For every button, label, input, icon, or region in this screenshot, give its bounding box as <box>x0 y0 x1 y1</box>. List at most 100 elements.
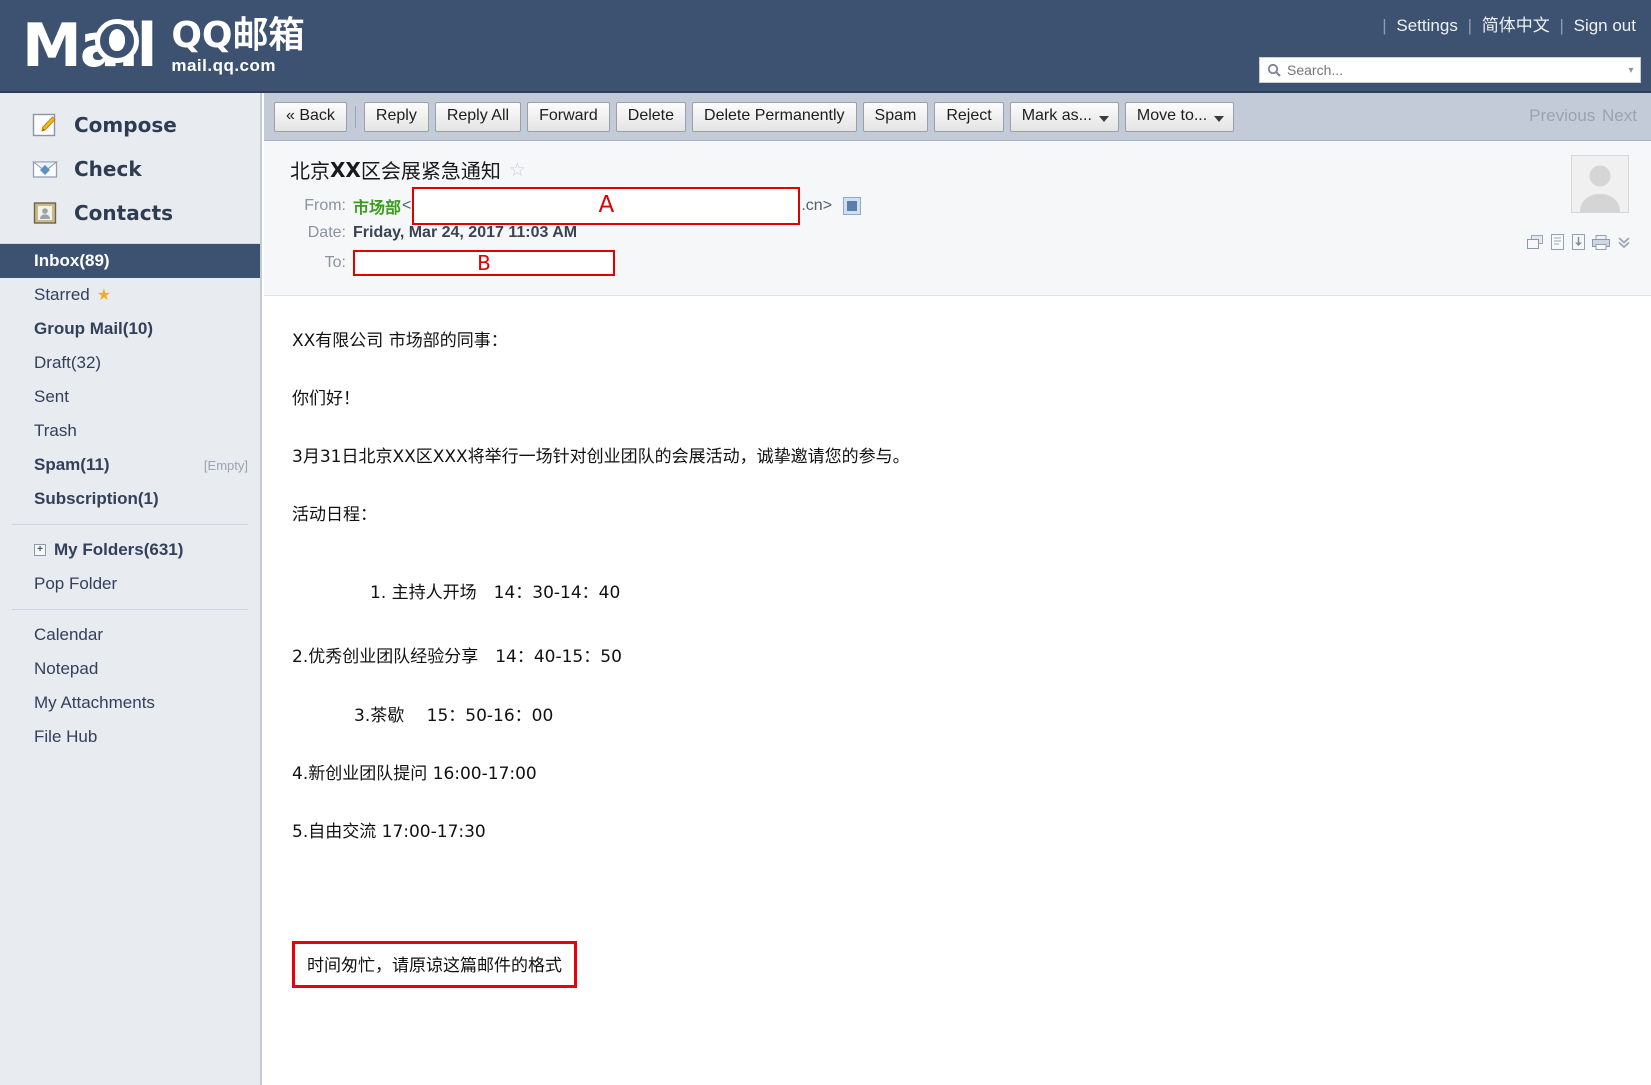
spam-button[interactable]: Spam <box>862 101 929 132</box>
save-to-drive-icon[interactable] <box>1571 234 1586 255</box>
sidebar-item-draft-label: Draft(32) <box>34 353 102 372</box>
redaction-box-a: A <box>412 186 801 225</box>
sidebar-item-calendar[interactable]: Calendar <box>0 618 260 652</box>
subject-part-bold: XX <box>330 157 361 182</box>
date-label: Date: <box>307 223 346 241</box>
sidebar-folder-list: Inbox(89) Starred ★ Group Mail(10) Draft… <box>0 244 260 754</box>
message-from-row: From: 市场部 < A .cn> <box>264 186 1651 225</box>
sidebar-item-compose[interactable]: Compose <box>0 103 260 147</box>
qqmail-logo[interactable]: Mail QQ邮箱 mail.qq.com <box>22 10 305 82</box>
message-header: 北京 XX 区会展紧急通知 ☆ From: 市场部 < A .cn> Date: F… <box>264 141 1651 296</box>
subject-part-1: 北京 <box>290 159 330 183</box>
link-separator-1: | <box>1382 16 1387 35</box>
sidebar-item-inbox[interactable]: Inbox(89) <box>0 244 260 278</box>
logo-chinese-name: QQ邮箱 <box>171 15 305 56</box>
body-agenda-item-4: 4.新创业团队提问 16:00-17:00 <box>292 763 537 784</box>
sidebar-item-file-hub-label: File Hub <box>34 727 98 746</box>
sidebar-item-subscription[interactable]: Subscription(1) <box>0 482 260 516</box>
sidebar-item-draft[interactable]: Draft(32) <box>0 346 260 380</box>
sidebar-item-sent-label: Sent <box>34 387 69 406</box>
move-to-dropdown[interactable]: Move to... <box>1124 101 1235 132</box>
sidebar-item-subscription-label: Subscription(1) <box>34 489 159 508</box>
back-button[interactable]: « Back <box>274 101 347 132</box>
delete-button[interactable]: Delete <box>615 101 687 132</box>
from-domain-suffix: .cn> <box>801 196 833 214</box>
toolbar-divider <box>354 105 356 128</box>
sidebar-item-starred[interactable]: Starred ★ <box>0 278 260 312</box>
sidebar-item-inbox-label: Inbox(89) <box>34 251 110 270</box>
sidebar-item-trash[interactable]: Trash <box>0 414 260 448</box>
notes-icon[interactable] <box>1550 234 1565 255</box>
sidebar: Compose Check Contacts Inbox(89) Starred… <box>0 93 262 1085</box>
sidebar-item-starred-label: Starred <box>34 285 90 304</box>
body-greeting-hello: 你们好！ <box>292 389 360 410</box>
sidebar-divider-2 <box>12 609 248 610</box>
search-box[interactable]: ▾ <box>1259 57 1641 83</box>
delete-permanently-button[interactable]: Delete Permanently <box>692 101 857 132</box>
message-action-icons <box>1527 234 1632 255</box>
sidebar-item-my-folders[interactable]: + My Folders(631) <box>0 533 260 567</box>
sidebar-item-pop-folder[interactable]: Pop Folder <box>0 567 260 601</box>
previous-message-link[interactable]: Previous <box>1529 106 1595 125</box>
body-agenda-item-1: 1. 主持人开场 14：30-14：40 <box>370 583 621 604</box>
print-icon[interactable] <box>1592 234 1610 255</box>
reply-all-button[interactable]: Reply All <box>434 101 522 132</box>
avatar <box>1571 155 1629 213</box>
star-icon: ★ <box>96 287 112 304</box>
search-input[interactable] <box>1281 61 1622 79</box>
sidebar-item-pop-folder-label: Pop Folder <box>34 574 118 593</box>
search-dropdown-caret[interactable]: ▾ <box>1622 65 1640 76</box>
sidebar-item-my-attachments[interactable]: My Attachments <box>0 686 260 720</box>
sidebar-item-check[interactable]: Check <box>0 147 260 191</box>
sidebar-item-group-mail-label: Group Mail(10) <box>34 319 154 338</box>
body-greeting-company: XX有限公司 市场部的同事： <box>292 331 508 351</box>
sidebar-item-trash-label: Trash <box>34 421 77 440</box>
sidebar-item-my-folders-label: My Folders(631) <box>54 540 184 559</box>
body-agenda-item-3: 3.茶歇 15：50-16：00 <box>354 705 554 726</box>
star-toggle-icon[interactable]: ☆ <box>509 159 526 181</box>
to-label: To: <box>324 253 346 271</box>
subject-part-2: 区会展紧急通知 <box>360 159 501 183</box>
chevron-double-down-icon[interactable] <box>1616 234 1632 255</box>
spam-empty-link[interactable]: [Empty] <box>204 458 248 473</box>
search-icon <box>1267 63 1281 77</box>
link-separator-2: | <box>1467 16 1472 35</box>
sidebar-item-group-mail[interactable]: Group Mail(10) <box>0 312 260 346</box>
sidebar-item-notepad[interactable]: Notepad <box>0 652 260 686</box>
language-link[interactable]: 简体中文 <box>1479 16 1553 35</box>
sidebar-item-contacts-label: Contacts <box>74 201 174 225</box>
sidebar-item-sent[interactable]: Sent <box>0 380 260 414</box>
forward-button[interactable]: Forward <box>527 101 610 132</box>
reject-button[interactable]: Reject <box>934 101 1004 132</box>
sidebar-item-file-hub[interactable]: File Hub <box>0 720 260 754</box>
from-display-name[interactable]: 市场部 <box>353 194 401 218</box>
compose-pencil-icon <box>32 112 58 138</box>
sidebar-item-calendar-label: Calendar <box>34 625 103 644</box>
qq-penguin-icon <box>95 19 139 63</box>
sidebar-item-spam[interactable]: Spam(11) [Empty] <box>0 448 260 482</box>
message-date-row: Date: Friday, Mar 24, 2017 11:03 AM <box>264 219 1651 246</box>
expand-plus-icon[interactable]: + <box>34 544 46 556</box>
next-message-link[interactable]: Next <box>1602 106 1637 125</box>
mark-as-dropdown[interactable]: Mark as... <box>1009 101 1119 132</box>
body-intro: 3月31日北京XX区XXX将举行一场针对创业团队的会展活动，诚挚邀请您的参与。 <box>292 447 910 468</box>
add-contact-icon[interactable] <box>843 196 862 215</box>
avatar-placeholder-icon <box>1572 156 1628 212</box>
sidebar-item-check-label: Check <box>74 157 142 181</box>
new-window-icon[interactable] <box>1527 234 1544 255</box>
settings-link[interactable]: Settings <box>1393 16 1460 35</box>
message-body: XX有限公司 市场部的同事： 你们好！ 3月31日北京XX区XXX将举行一场针对… <box>264 296 1651 988</box>
header-links: | Settings | 简体中文 | Sign out <box>1380 11 1639 36</box>
sidebar-divider-1 <box>12 524 248 525</box>
message-pager: Previous Next <box>1527 106 1637 126</box>
message-to-row: To: B <box>264 249 1651 276</box>
reply-button[interactable]: Reply <box>363 101 429 132</box>
body-closing-note: 时间匆忙，请原谅这篇邮件的格式 <box>292 940 577 988</box>
sidebar-item-compose-label: Compose <box>74 113 177 137</box>
main-pane: « Back Reply Reply All Forward Delete De… <box>264 93 1651 1085</box>
sidebar-item-spam-label: Spam(11) <box>34 455 110 474</box>
sidebar-item-contacts[interactable]: Contacts <box>0 191 260 235</box>
sign-out-link[interactable]: Sign out <box>1571 16 1639 35</box>
body-agenda-title: 活动日程： <box>292 505 377 526</box>
contacts-person-icon <box>32 200 58 226</box>
